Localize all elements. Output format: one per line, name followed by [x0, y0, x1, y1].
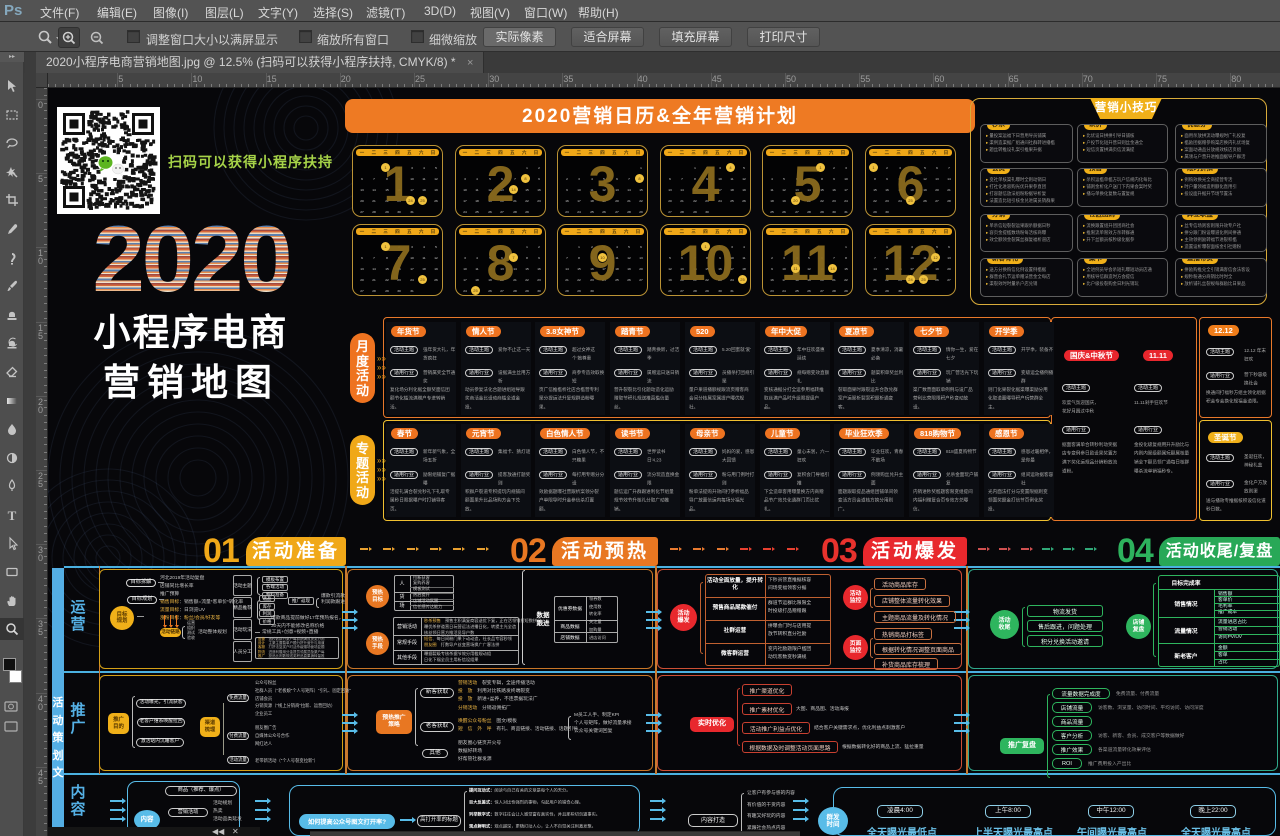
- svg-text:T: T: [8, 508, 17, 523]
